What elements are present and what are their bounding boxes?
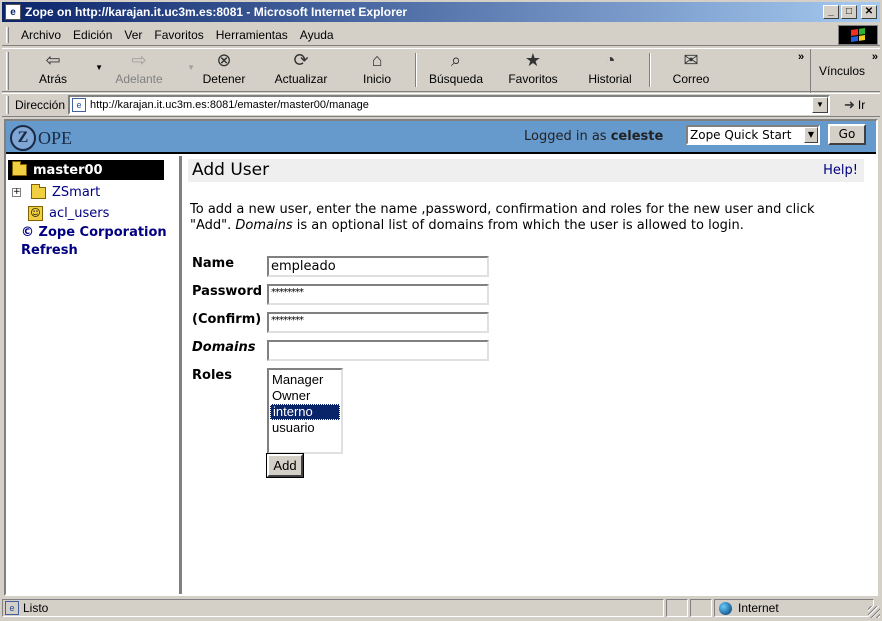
role-option-owner[interactable]: Owner	[270, 388, 340, 404]
address-url[interactable]: http://karajan.it.uc3m.es:8081/emaster/m…	[90, 99, 369, 111]
expand-icon[interactable]: +	[12, 188, 21, 197]
menu-herramientas[interactable]: Herramientas	[210, 28, 294, 42]
folder-icon	[12, 161, 27, 176]
quick-start-select[interactable]: Zope Quick Start ▼	[686, 125, 820, 145]
name-input[interactable]: empleado	[267, 256, 489, 277]
status-bar: e Listo Internet	[2, 598, 880, 618]
form-description: To add a new user, enter the name ,passw…	[190, 202, 815, 233]
address-input[interactable]: e http://karajan.it.uc3m.es:8081/emaster…	[68, 95, 831, 115]
home-button[interactable]: ⌂ Inicio	[339, 49, 415, 91]
favorites-icon: ★	[524, 50, 542, 70]
links-toolbar[interactable]: Vínculos »	[810, 49, 880, 93]
windows-logo-icon	[838, 25, 878, 45]
mail-icon: ✉	[683, 50, 699, 70]
minimize-button[interactable]: _	[823, 5, 839, 19]
tree-item-acl-users[interactable]: ☺ acl_users	[28, 206, 109, 221]
maximize-button[interactable]: □	[841, 5, 857, 19]
menubar-grip	[6, 26, 9, 43]
refresh-link[interactable]: Refresh	[21, 243, 78, 258]
role-option-usuario[interactable]: usuario	[270, 420, 340, 436]
user-folder-icon: ☺	[28, 206, 43, 221]
window-titlebar: e Zope on http://karajan.it.uc3m.es:8081…	[2, 2, 880, 22]
back-arrow-icon: ⇦	[45, 50, 61, 70]
page-icon: e	[72, 98, 87, 112]
home-icon: ⌂	[371, 50, 383, 70]
refresh-button[interactable]: ⟳ Actualizar	[263, 49, 339, 91]
menu-favoritos[interactable]: Favoritos	[148, 28, 209, 42]
add-user-button[interactable]: Add	[266, 453, 304, 478]
quick-start-go-button[interactable]: Go	[828, 124, 866, 145]
ie-icon: e	[5, 4, 21, 20]
zope-logo[interactable]: Z OPE	[10, 125, 72, 151]
toolbar-grip	[6, 52, 9, 90]
zope-corporation-link[interactable]: © Zope Corporation	[21, 225, 167, 240]
form-title-bar: Add User Help!	[188, 159, 864, 182]
status-page-icon: e	[5, 601, 19, 615]
folder-icon	[31, 183, 46, 199]
menu-ver[interactable]: Ver	[118, 28, 148, 42]
status-text: Listo	[23, 601, 49, 615]
quick-start-dropdown-icon[interactable]: ▼	[804, 127, 818, 143]
name-label: Name	[192, 256, 235, 271]
window-title: Zope on http://karajan.it.uc3m.es:8081 -…	[25, 5, 408, 19]
confirm-input[interactable]: ********	[267, 312, 489, 333]
roles-listbox[interactable]: Manager Owner interno usuario	[267, 368, 343, 454]
close-button[interactable]: ✕	[861, 5, 877, 19]
password-label: Password	[192, 284, 263, 299]
navigation-tree: master00 + ZSmart ☺ acl_users © Zope Cor…	[6, 156, 182, 594]
domains-label: Domains	[192, 340, 256, 355]
resize-grip[interactable]	[868, 606, 880, 618]
status-zone-cell: Internet	[714, 599, 874, 617]
zope-logo-icon: Z	[10, 125, 36, 151]
status-lock-cell	[690, 599, 712, 617]
zope-header: Z OPE Logged in as celeste Zope Quick St…	[6, 121, 876, 154]
logged-user: celeste	[610, 129, 664, 144]
search-button[interactable]: ⌕ Búsqueda	[417, 49, 495, 91]
logged-in-status: Logged in as celeste	[524, 129, 664, 144]
main-pane: Add User Help! To add a new user, enter …	[186, 156, 876, 594]
go-arrow-icon: ➜	[844, 97, 855, 112]
history-button[interactable]: ◔ Historial	[571, 49, 649, 91]
help-link[interactable]: Help!	[823, 163, 858, 178]
refresh-icon: ⟳	[293, 50, 309, 70]
links-label[interactable]: Vínculos	[819, 64, 865, 78]
menu-bar: Archivo Edición Ver Favoritos Herramient…	[2, 24, 880, 46]
menu-edicion[interactable]: Edición	[67, 28, 118, 42]
role-option-manager[interactable]: Manager	[270, 372, 340, 388]
page-title: Add User	[192, 160, 270, 180]
search-icon: ⌕	[450, 50, 462, 70]
tree-item-zsmart[interactable]: + ZSmart	[12, 183, 100, 200]
address-label: Dirección	[15, 98, 66, 112]
back-button[interactable]: ⇦ Atrás ▼	[13, 49, 103, 91]
status-text-cell: e Listo	[2, 599, 664, 617]
toolbar-chevron-icon[interactable]: »	[798, 51, 804, 63]
history-icon: ◔	[604, 50, 616, 70]
stop-icon: ⊗	[216, 50, 232, 70]
internet-globe-icon	[719, 601, 732, 615]
stop-button[interactable]: ⊗ Detener	[185, 49, 263, 91]
menu-archivo[interactable]: Archivo	[15, 28, 67, 42]
browser-content: Z OPE Logged in as celeste Zope Quick St…	[4, 119, 878, 596]
links-chevron-icon[interactable]: »	[872, 51, 878, 63]
status-zone: Internet	[738, 601, 779, 615]
forward-arrow-icon: ⇨	[131, 50, 147, 70]
addressbar-grip	[6, 96, 9, 114]
favorites-button[interactable]: ★ Favoritos	[495, 49, 571, 91]
address-bar: Dirección e http://karajan.it.uc3m.es:80…	[2, 93, 880, 117]
zope-logo-word: OPE	[38, 127, 73, 148]
standard-toolbar: ⇦ Atrás ▼ ⇨ Adelante ▼ ⊗ Detener ⟳ Actua…	[2, 48, 880, 93]
role-option-interno[interactable]: interno	[270, 404, 340, 420]
forward-button[interactable]: ⇨ Adelante ▼	[93, 49, 195, 91]
mail-button[interactable]: ✉ Correo	[651, 49, 731, 91]
confirm-label: (Confirm)	[192, 312, 262, 327]
domains-input[interactable]	[267, 340, 489, 361]
password-input[interactable]: ********	[267, 284, 489, 305]
menu-ayuda[interactable]: Ayuda	[294, 28, 340, 42]
status-progress-cell	[666, 599, 688, 617]
tree-root-master00[interactable]: master00	[8, 160, 164, 180]
go-button[interactable]: ➜ Ir	[844, 97, 865, 113]
roles-label: Roles	[192, 368, 232, 383]
address-dropdown-icon[interactable]: ▼	[812, 97, 829, 113]
